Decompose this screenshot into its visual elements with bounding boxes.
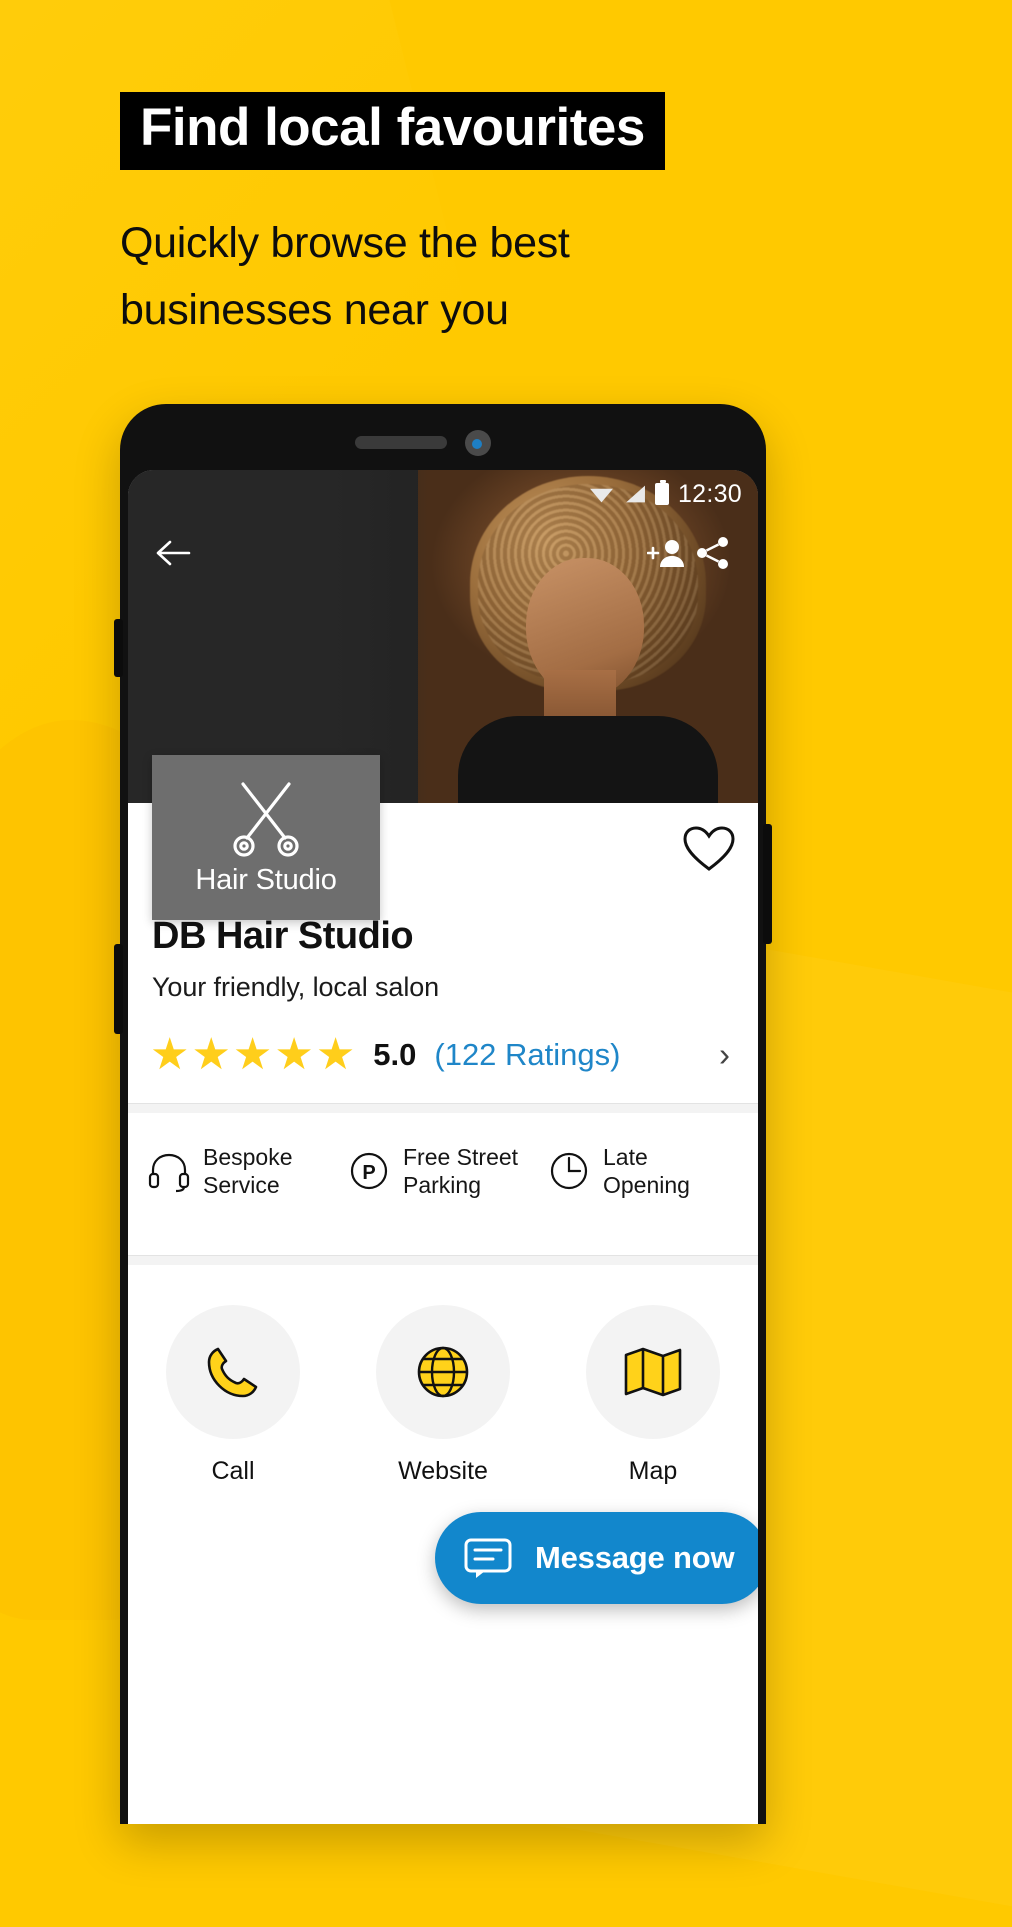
hero-photo bbox=[418, 470, 758, 803]
scissors-icon bbox=[233, 782, 299, 857]
star-icon: ★ bbox=[274, 1030, 314, 1079]
star-icon: ★ bbox=[315, 1030, 356, 1079]
phone-front-camera bbox=[465, 430, 491, 456]
logo-tile-label: Hair Studio bbox=[195, 864, 337, 896]
phone-button-right bbox=[763, 824, 772, 944]
business-logo-tile[interactable]: Hair Studio bbox=[152, 755, 380, 920]
feature-label: Late Opening bbox=[603, 1143, 690, 1199]
star-rating: ★ ★ ★ ★ ★ bbox=[150, 1033, 355, 1077]
star-icon: ★ bbox=[191, 1030, 231, 1079]
back-arrow-icon bbox=[156, 540, 191, 566]
action-map[interactable]: Map bbox=[548, 1305, 758, 1486]
clock-icon bbox=[550, 1152, 588, 1190]
action-call-label: Call bbox=[211, 1457, 255, 1486]
section-gap bbox=[128, 1256, 758, 1266]
add-person-icon bbox=[647, 540, 684, 567]
parking-icon: P bbox=[350, 1152, 388, 1190]
hero-section: 12:30 bbox=[128, 470, 758, 803]
page-title: Find local favourites bbox=[140, 98, 645, 157]
phone-screen: 12:30 Hair Studio DB Hair Studio Your fr… bbox=[128, 470, 758, 1824]
chat-bubble-icon bbox=[464, 1538, 512, 1578]
rating-count-link[interactable]: (122 Ratings) bbox=[434, 1037, 620, 1073]
business-tagline: Your friendly, local salon bbox=[152, 972, 440, 1002]
chevron-right-icon: › bbox=[719, 1036, 730, 1073]
hero-photo-shoulders bbox=[458, 716, 718, 803]
features-row: Bespoke Service P Free Street Parking La… bbox=[128, 1113, 758, 1229]
share-icon bbox=[697, 537, 728, 569]
share-button[interactable] bbox=[690, 530, 736, 576]
wifi-icon bbox=[589, 488, 613, 503]
message-now-button[interactable]: Message now bbox=[435, 1512, 758, 1604]
svg-text:P: P bbox=[362, 1162, 375, 1184]
actions-row: Call Website Map bbox=[128, 1265, 758, 1486]
star-icon: ★ bbox=[150, 1030, 190, 1079]
message-now-label: Message now bbox=[535, 1540, 735, 1575]
action-map-circle bbox=[586, 1305, 720, 1440]
phone-button-left-lower bbox=[114, 944, 123, 1034]
feature-bespoke-service[interactable]: Bespoke Service bbox=[146, 1143, 346, 1199]
status-bar: 12:30 bbox=[428, 470, 758, 518]
feature-free-street-parking[interactable]: P Free Street Parking bbox=[346, 1143, 546, 1199]
globe-icon bbox=[417, 1346, 469, 1398]
action-call-circle bbox=[166, 1305, 300, 1440]
action-call[interactable]: Call bbox=[128, 1305, 338, 1486]
back-button[interactable] bbox=[150, 530, 196, 576]
map-icon bbox=[624, 1347, 682, 1397]
feature-label: Bespoke Service bbox=[203, 1143, 293, 1199]
rating-score: 5.0 bbox=[373, 1037, 417, 1072]
feature-late-opening[interactable]: Late Opening bbox=[546, 1143, 746, 1199]
feature-line-2: Opening bbox=[603, 1172, 690, 1199]
headset-icon bbox=[148, 1153, 190, 1193]
section-gap bbox=[128, 1104, 758, 1113]
action-website[interactable]: Website bbox=[338, 1305, 548, 1486]
subheadline: Quickly browse the best businesses near … bbox=[120, 219, 570, 334]
hero-nav-bar bbox=[128, 522, 758, 584]
ratings-row[interactable]: ★ ★ ★ ★ ★ 5.0 (122 Ratings) › bbox=[150, 1033, 758, 1077]
feature-line-2: Parking bbox=[403, 1172, 481, 1199]
phone-mockup: 12:30 Hair Studio DB Hair Studio Your fr… bbox=[114, 404, 772, 1824]
action-website-label: Website bbox=[398, 1457, 488, 1486]
hero-dark-overlay bbox=[128, 470, 428, 803]
action-website-circle bbox=[376, 1305, 510, 1440]
heart-icon bbox=[683, 826, 735, 871]
phone-icon bbox=[207, 1347, 258, 1398]
battery-icon bbox=[654, 480, 669, 505]
feature-line-1: Late bbox=[603, 1144, 648, 1170]
status-bar-time: 12:30 bbox=[677, 479, 742, 508]
star-icon: ★ bbox=[232, 1030, 273, 1079]
business-name: DB Hair Studio bbox=[152, 915, 414, 957]
feature-line-1: Bespoke bbox=[203, 1144, 293, 1170]
feature-line-1: Free Street bbox=[403, 1144, 519, 1170]
feature-line-2: Service bbox=[203, 1172, 280, 1199]
signal-icon bbox=[626, 485, 645, 503]
headline-banner: Find local favourites bbox=[120, 92, 665, 170]
phone-button-left-upper bbox=[114, 619, 123, 677]
favourite-button[interactable] bbox=[682, 825, 736, 878]
action-map-label: Map bbox=[628, 1457, 678, 1486]
feature-label: Free Street Parking bbox=[403, 1143, 518, 1199]
phone-earpiece bbox=[355, 436, 447, 449]
add-contact-button[interactable] bbox=[644, 530, 690, 576]
